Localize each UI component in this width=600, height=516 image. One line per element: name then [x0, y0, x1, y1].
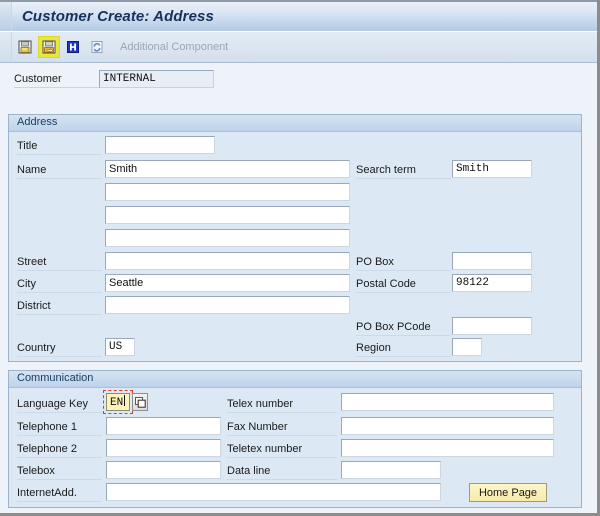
country-input[interactable]: US	[105, 338, 135, 356]
country-label: Country	[17, 342, 102, 357]
home-page-button[interactable]: Home Page	[469, 483, 547, 502]
city-label: City	[17, 278, 102, 293]
po-box-pcode-label: PO Box PCode	[356, 321, 451, 336]
name3-input[interactable]	[105, 206, 350, 224]
application-toolbar: Additional Component	[0, 32, 600, 63]
telex-number-label: Telex number	[227, 398, 337, 413]
district-label: District	[17, 300, 102, 315]
district-input[interactable]	[105, 296, 350, 314]
address-section-title: Address	[9, 115, 581, 132]
customer-label: Customer	[14, 73, 100, 88]
telebox-input[interactable]	[106, 461, 221, 479]
title-label: Title	[17, 140, 102, 155]
page-title: Customer Create: Address	[12, 8, 214, 25]
name4-input[interactable]	[105, 229, 350, 247]
data-line-label: Data line	[227, 465, 337, 480]
internet-add-label: InternetAdd.	[17, 487, 102, 502]
toolbar-left-gutter	[0, 32, 12, 62]
telephone2-input[interactable]	[106, 439, 221, 457]
street-label: Street	[17, 256, 102, 271]
postal-code-input[interactable]: 98122	[452, 274, 532, 292]
telephone1-input[interactable]	[106, 417, 221, 435]
language-key-search-help-button[interactable]	[132, 393, 148, 411]
telephone1-label: Telephone 1	[17, 421, 102, 436]
communication-group: Communication Language Key EN Telephone …	[8, 370, 582, 508]
search-help-icon	[135, 397, 146, 408]
internet-add-input[interactable]	[106, 483, 441, 501]
address-group: Address Title Name Smith Street City Sea…	[8, 114, 582, 362]
save-as-icon	[41, 39, 57, 55]
region-input[interactable]	[452, 338, 482, 356]
language-key-label: Language Key	[17, 398, 102, 413]
titlebar-left-gutter	[0, 2, 12, 31]
fax-number-input[interactable]	[341, 417, 554, 435]
fax-number-label: Fax Number	[227, 421, 337, 436]
communication-section-title: Communication	[9, 371, 581, 388]
customer-input[interactable]: INTERNAL	[99, 70, 214, 88]
telebox-label: Telebox	[17, 465, 102, 480]
info-icon-button[interactable]	[62, 36, 84, 58]
teletex-number-label: Teletex number	[227, 443, 337, 458]
save-icon	[17, 39, 33, 55]
window-titlebar: Customer Create: Address	[0, 0, 600, 32]
postal-code-label: Postal Code	[356, 278, 451, 293]
search-term-input[interactable]: Smith	[452, 160, 532, 178]
city-input[interactable]: Seattle	[105, 274, 350, 292]
refresh-icon-button[interactable]	[86, 36, 108, 58]
name-input[interactable]: Smith	[105, 160, 350, 178]
text-caret	[124, 395, 125, 406]
language-key-value: EN	[110, 397, 123, 409]
street-input[interactable]	[105, 252, 350, 270]
telephone2-label: Telephone 2	[17, 443, 102, 458]
title-input[interactable]	[105, 136, 215, 154]
additional-component-label: Additional Component	[120, 41, 228, 53]
po-box-pcode-input[interactable]	[452, 317, 532, 335]
telex-number-input[interactable]	[341, 393, 554, 411]
refresh-icon	[89, 39, 105, 55]
save-icon-button[interactable]	[14, 36, 36, 58]
name-label: Name	[17, 164, 102, 179]
language-key-input[interactable]: EN	[106, 393, 130, 411]
search-term-label: Search term	[356, 164, 451, 179]
teletex-number-input[interactable]	[341, 439, 554, 457]
info-icon	[65, 39, 81, 55]
po-box-input[interactable]	[452, 252, 532, 270]
sap-window: Customer Create: Address	[0, 0, 600, 516]
name2-input[interactable]	[105, 183, 350, 201]
save-as-icon-button[interactable]	[38, 36, 60, 58]
po-box-label: PO Box	[356, 256, 451, 271]
address-group-body: Title Name Smith Street City Seattle Dis…	[9, 132, 581, 361]
region-label: Region	[356, 342, 451, 357]
customer-row: Customer INTERNAL	[0, 70, 600, 92]
data-line-input[interactable]	[341, 461, 441, 479]
communication-group-body: Language Key EN Telephone 1 Telephone 2 …	[9, 388, 581, 507]
